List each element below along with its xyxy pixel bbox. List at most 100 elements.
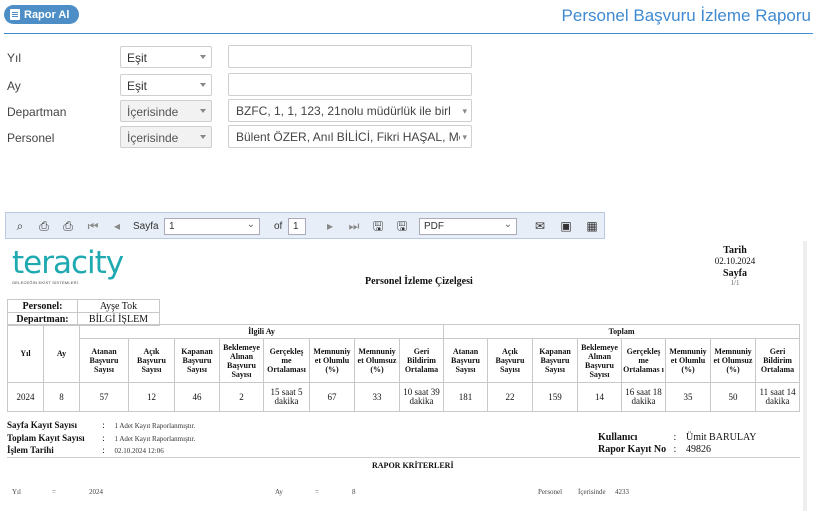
operator-select-yil[interactable]: Eşit <box>120 46 212 68</box>
table-icon[interactable]: ▦ <box>585 219 599 233</box>
table-cell: 50 <box>710 382 756 412</box>
next-page-icon[interactable]: ▸ <box>323 219 337 233</box>
col-header: Gerçekleş me Ortalamas ı <box>621 338 666 383</box>
cell-ay: 8 <box>43 382 80 412</box>
value-input-yil[interactable] <box>228 45 472 68</box>
filter-row-ay: Ay Eşit <box>0 73 817 97</box>
sayfa-kayit-label: Sayfa Kayıt Sayısı <box>7 420 78 430</box>
operator-select-ay[interactable]: Eşit <box>120 74 212 96</box>
footer-kullanici: Kullanıcı : Ümit BARULAY <box>598 432 756 443</box>
table-cell: 33 <box>354 382 400 412</box>
col-header: Memnuniy et Olumsuz (%) <box>354 338 400 383</box>
table-cell: 35 <box>665 382 711 412</box>
save-as-icon[interactable]: 🖫 <box>395 219 409 233</box>
group-header-row: Yıl Ay İlgili Ay Toplam <box>7 324 801 383</box>
previous-page-icon[interactable]: ◂ <box>110 219 124 233</box>
table-cell: 181 <box>443 382 488 412</box>
personel-value: Ayşe Tok <box>77 299 160 313</box>
footer-rapor-kayit: Rapor Kayıt No : 49826 <box>598 444 711 455</box>
sub-header-row: Atanan Başvuru Sayısı Açık Başvuru Sayıs… <box>8 338 801 383</box>
col-ay: Ay <box>43 324 80 383</box>
personel-info-table: Personel: Ayşe Tok Departman: BİLGİ İŞLE… <box>7 299 160 326</box>
table-cell: 159 <box>532 382 578 412</box>
footer-sayfa-kayit: Sayfa Kayıt Sayısı : 1 Adet Kayıt Raporl… <box>7 420 195 432</box>
table-row: 2024 8 57 12 46 2 15 saat 5 dakika 67 33… <box>7 382 801 412</box>
islem-tarihi-value: 02.10.2024 12:06 <box>114 447 164 455</box>
footer-islem-tarihi: İşlem Tarihi : 02.10.2024 12:06 <box>7 445 164 457</box>
export-format-select[interactable]: PDF ⌄ <box>419 218 517 235</box>
table-cell: 57 <box>79 382 129 412</box>
export-format-value: PDF <box>424 221 444 232</box>
islem-tarihi-label: İşlem Tarihi <box>7 445 54 455</box>
col-header: Atanan Başvuru Sayısı <box>79 338 129 383</box>
of-label: of <box>274 221 283 232</box>
teracity-logo: teracity GELECEĞİN EKİST SİSTEMLERİ <box>12 245 124 288</box>
colon: : <box>102 433 105 443</box>
value-input-ay[interactable] <box>228 73 472 96</box>
page-total: 1 <box>288 218 306 235</box>
report-scrollbar[interactable] <box>803 241 807 511</box>
group-ilgili-ay: İlgili Ay <box>79 324 444 339</box>
col-header: Açık Başvuru Sayısı <box>128 338 175 383</box>
personel-value: Bülent ÖZER, Anıl BİLİCİ, Fikri HAŞAL, M… <box>236 130 466 144</box>
col-header: Memnuniy et Olumlu (%) <box>309 338 355 383</box>
operator-select-personel[interactable]: İçerisinde <box>120 126 212 148</box>
page-meta-label: Sayfa <box>723 268 747 279</box>
colon: : <box>102 420 105 430</box>
criteria-yil-op: = <box>52 488 56 496</box>
table-cell: 2 <box>219 382 264 412</box>
footer-divider <box>7 457 800 458</box>
col-header: Kapanan Başvuru Sayısı <box>174 338 220 383</box>
col-header: Memnuniy et Olumsuz (%) <box>710 338 756 383</box>
document-icon <box>10 9 20 20</box>
group-toplam: Toplam <box>442 324 801 339</box>
chevron-down-icon: ▾ <box>460 132 467 143</box>
filter-row-yil: Yıl Eşit <box>0 45 817 69</box>
criteria-yil-value: 2024 <box>89 488 103 496</box>
table-cell: 22 <box>487 382 533 412</box>
print-page-icon[interactable]: ⎙ <box>61 219 75 233</box>
date-value: 02.10.2024 <box>714 256 756 266</box>
col-header: Memnuniy et Olumlu (%) <box>665 338 711 383</box>
report-page: teracity GELECEĞİN EKİST SİSTEMLERİ Pers… <box>5 241 801 515</box>
page-number-select[interactable]: 1 ⌄ <box>164 218 260 235</box>
filter-label-yil: Yıl <box>7 51 22 65</box>
print-icon[interactable]: ⎙ <box>37 219 51 233</box>
operator-value-personel: İçerisinde <box>127 131 179 145</box>
logo-text: teracity <box>12 245 124 281</box>
operator-select-departman[interactable]: İçerisinde <box>120 100 212 122</box>
value-select-personel[interactable]: Bülent ÖZER, Anıl BİLİCİ, Fikri HAŞAL, M… <box>228 125 472 148</box>
col-header: Geri Bildirim Ortalama <box>399 338 444 383</box>
page-meta-value: 1/1 <box>730 279 740 287</box>
page-label: Sayfa <box>133 221 159 232</box>
last-page-icon[interactable]: ⏭ <box>347 219 361 233</box>
page-number-value: 1 <box>169 221 175 232</box>
departman-value: BZFC, 1, 1, 123, 21nolu müdürlük ile bir… <box>236 104 451 118</box>
table-cell: 16 saat 18 dakika <box>621 382 666 412</box>
rapor-kayit-label: Rapor Kayıt No <box>598 444 667 455</box>
filter-label-departman: Departman <box>7 105 67 119</box>
toplam-kayit-value: 1 Adet Kayıt Raporlanmıştır. <box>114 435 196 443</box>
chevron-down-icon: ⌄ <box>503 219 512 230</box>
criteria-personel-op: İçerisinde <box>578 488 606 496</box>
filter-label-personel: Personel <box>7 131 55 145</box>
filter-label-ay: Ay <box>7 79 21 93</box>
rapor-al-button[interactable]: Rapor Al <box>4 5 79 24</box>
mail-icon[interactable]: ✉ <box>533 219 547 233</box>
criteria-ay-value: 8 <box>352 488 356 496</box>
colon: : <box>102 445 105 455</box>
header-divider <box>4 33 813 34</box>
excel-icon[interactable]: ▣ <box>559 219 573 233</box>
save-icon[interactable]: 🖫 <box>371 219 385 233</box>
col-header: Geri Bildirim Ortalama <box>754 338 801 383</box>
cell-yil: 2024 <box>7 382 44 412</box>
report-data-table: Yıl Ay İlgili Ay Toplam Atanan Başvuru S… <box>7 324 801 412</box>
col-yil: Yıl <box>7 324 44 383</box>
criteria-ay-label: Ay <box>275 488 283 496</box>
first-page-icon[interactable]: ⏮ <box>86 219 100 233</box>
filter-row-personel: Personel İçerisinde Bülent ÖZER, Anıl Bİ… <box>0 125 817 149</box>
colon: : <box>673 444 677 455</box>
binoculars-icon[interactable]: ⌕ <box>13 219 27 233</box>
date-label: Tarih <box>723 245 747 256</box>
value-select-departman[interactable]: BZFC, 1, 1, 123, 21nolu müdürlük ile bir… <box>228 99 472 122</box>
